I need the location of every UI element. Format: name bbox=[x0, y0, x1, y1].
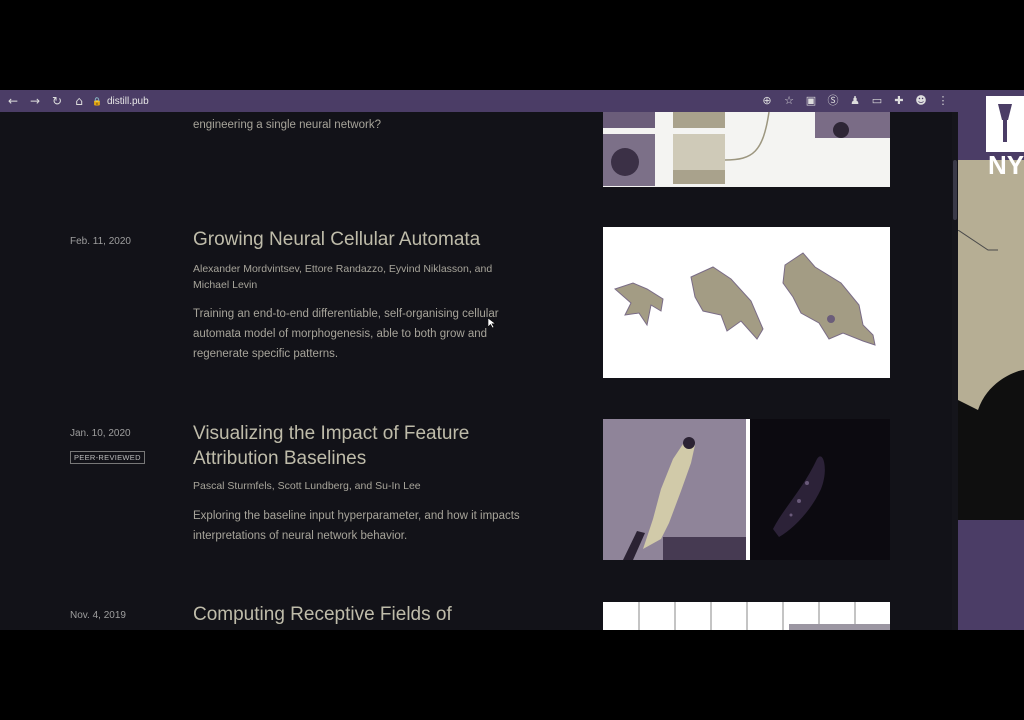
receptive-field-grid-image bbox=[638, 602, 890, 630]
article-thumbnail-bird[interactable] bbox=[603, 419, 890, 560]
mouse-cursor-icon bbox=[488, 318, 496, 328]
puzzle-icon[interactable]: ✚ bbox=[892, 93, 906, 107]
car-diagram-image bbox=[603, 112, 890, 186]
presenter-video-panel: NY bbox=[958, 90, 1024, 630]
article-thumbnail-grid[interactable] bbox=[603, 602, 890, 630]
page-content: engineering a single neural network? Feb… bbox=[0, 112, 958, 630]
back-button[interactable]: ← bbox=[4, 92, 22, 110]
reload-icon: ↻ bbox=[51, 94, 63, 108]
article-title[interactable]: Growing Neural Cellular Automata bbox=[193, 227, 533, 252]
extension-icons: ⊕ ☆ ▣ Ⓢ ♟ ▭ ✚ ☻ ⋮ bbox=[760, 93, 950, 108]
home-icon: ⌂ bbox=[75, 94, 83, 108]
article-date: Jan. 10, 2020 bbox=[70, 428, 131, 439]
torch-logo-icon bbox=[986, 96, 1024, 152]
bird-attribution-image bbox=[603, 419, 825, 560]
presenter-silhouette bbox=[958, 230, 1024, 520]
lizard-pattern-image bbox=[614, 252, 876, 346]
home-button[interactable]: ⌂ bbox=[70, 92, 88, 110]
extension-icon[interactable]: ▣ bbox=[804, 93, 818, 107]
article-authors: Alexander Mordvintsev, Ettore Randazzo, … bbox=[193, 263, 493, 291]
address-bar[interactable]: 🔒 distill.pub bbox=[92, 93, 792, 109]
back-arrow-icon: ← bbox=[7, 94, 19, 108]
article-date: Nov. 4, 2019 bbox=[70, 610, 126, 621]
peer-reviewed-badge: PEER-REVIEWED bbox=[70, 451, 145, 464]
video-lower-panel bbox=[958, 520, 1024, 630]
forward-button[interactable]: → bbox=[26, 92, 44, 110]
s-extension-icon[interactable]: Ⓢ bbox=[826, 93, 840, 107]
profile-icon[interactable]: ☻ bbox=[914, 93, 928, 107]
article-title[interactable]: Computing Receptive Fields of bbox=[193, 602, 533, 627]
tab-icon[interactable]: ▭ bbox=[870, 93, 884, 107]
article-date: Feb. 11, 2020 bbox=[70, 236, 131, 247]
article-authors: Pascal Sturmfels, Scott Lundberg, and Su… bbox=[193, 480, 421, 492]
menu-icon[interactable]: ⋮ bbox=[936, 93, 950, 107]
logo-text: NY bbox=[988, 150, 1024, 180]
star-icon[interactable]: ☆ bbox=[782, 93, 796, 107]
article-description: Training an end-to-end differentiable, s… bbox=[193, 308, 499, 360]
scrollbar-thumb[interactable] bbox=[953, 160, 957, 220]
article-thumbnail-lizards[interactable] bbox=[603, 227, 890, 378]
previous-article-thumbnail[interactable] bbox=[603, 112, 890, 187]
person-icon[interactable]: ♟ bbox=[848, 93, 862, 107]
browser-toolbar: ← → ↻ ⌂ 🔒 distill.pub ⊕ ☆ ▣ Ⓢ ♟ ▭ ✚ ☻ ⋮ bbox=[0, 90, 958, 112]
url-text: distill.pub bbox=[106, 95, 149, 107]
article-title[interactable]: Visualizing the Impact of Feature Attrib… bbox=[193, 421, 533, 471]
zoom-icon[interactable]: ⊕ bbox=[760, 93, 774, 107]
reload-button[interactable]: ↻ bbox=[48, 92, 66, 110]
forward-arrow-icon: → bbox=[29, 94, 41, 108]
article-description: Exploring the baseline input hyperparame… bbox=[193, 510, 520, 542]
lock-icon: 🔒 bbox=[92, 96, 102, 106]
previous-article-description: engineering a single neural network? bbox=[193, 119, 381, 131]
